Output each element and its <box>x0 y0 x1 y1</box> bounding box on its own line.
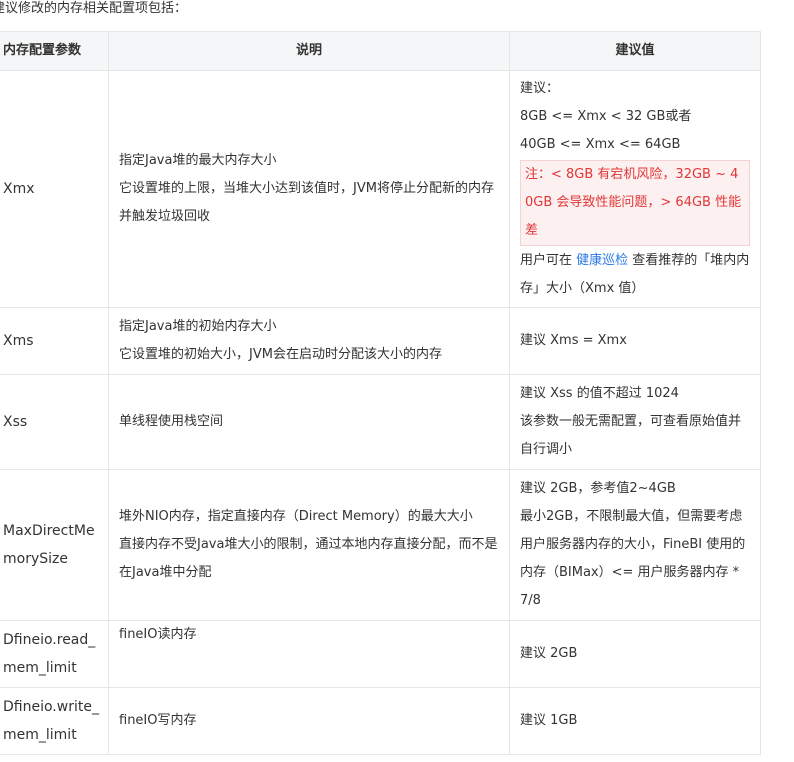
tail-prefix: 用户可在 <box>520 253 577 268</box>
suggestion-line: 建议 1GB <box>520 713 578 728</box>
intro-text: 建议修改的内存相关配置项包括： <box>0 1 188 16</box>
suggestion-line: 8GB <= Xmx < 32 GB或者 <box>520 109 692 124</box>
description-cell: 堆外NIO内存，指定直接内存（Direct Memory）的最大大小 直接内存不… <box>108 469 510 621</box>
health-check-link[interactable]: 健康巡检 <box>576 253 628 268</box>
suggestion-tail: 用户可在 健康巡检 查看推荐的「堆内内存」大小（Xmx 值） <box>520 247 750 303</box>
description-cell: 指定Java堆的最大内存大小 它设置堆的上限，当堆大小达到该值时，JVM将停止分… <box>108 70 510 308</box>
suggestion-cell: 建议 2GB <box>509 620 761 688</box>
description-cell: 单线程使用栈空间 <box>108 374 510 470</box>
description-line: 单线程使用栈空间 <box>119 414 224 429</box>
table-row: MaxDirectMemorySize 堆外NIO内存，指定直接内存（Direc… <box>0 469 761 621</box>
header-param: 内存配置参数 <box>0 31 109 71</box>
suggestion-line: 40GB <= Xmx <= 64GB <box>520 137 681 152</box>
param-cell: Dfineio.read_mem_limit <box>0 620 109 688</box>
suggestion-line: 建议 Xms = Xmx <box>520 333 627 348</box>
suggestion-line: 该参数一般无需配置，可查看原始值并自行调小 <box>520 414 742 457</box>
description-cell: fineIO读内存 <box>108 620 510 688</box>
suggestion-cell: 建议 Xss 的值不超过 1024 该参数一般无需配置，可查看原始值并自行调小 <box>509 374 761 470</box>
description-cell: 指定Java堆的初始内存大小 它设置堆的初始大小，JVM会在启动时分配该大小的内… <box>108 307 510 375</box>
table-row: Xss 单线程使用栈空间 建议 Xss 的值不超过 1024 该参数一般无需配置… <box>0 374 761 470</box>
suggestion-cell: 建议 Xms = Xmx <box>509 307 761 375</box>
header-description: 说明 <box>108 31 510 71</box>
suggestion-cell: 建议 2GB，参考值2~4GB 最小2GB，不限制最大值，但需要考虑用户服务器内… <box>509 469 761 621</box>
param-cell: Xms <box>0 307 109 375</box>
table-header-row: 内存配置参数 说明 建议值 <box>0 31 761 71</box>
suggestion-line: 建议 2GB <box>520 646 578 661</box>
param-cell: MaxDirectMemorySize <box>0 469 109 621</box>
description-line: fineIO读内存 <box>119 627 197 642</box>
table-row: Xms 指定Java堆的初始内存大小 它设置堆的初始大小，JVM会在启动时分配该… <box>0 307 761 375</box>
suggestion-line: 建议： <box>520 81 560 96</box>
table-row: Dfineio.read_mem_limit fineIO读内存 建议 2GB <box>0 620 761 688</box>
description-line: 它设置堆的初始大小，JVM会在启动时分配该大小的内存 <box>119 347 442 362</box>
header-suggested-value: 建议值 <box>509 31 761 71</box>
param-cell: Xss <box>0 374 109 470</box>
suggestion-cell: 建议 1GB <box>509 687 761 755</box>
memory-config-table: 内存配置参数 说明 建议值 Xmx 指定Java堆的最大内存大小 它设置堆的上限… <box>0 31 761 755</box>
table-row: Dfineio.write_mem_limit fineIO写内存 建议 1GB <box>0 687 761 755</box>
description-line: 指定Java堆的初始内存大小 <box>119 319 277 334</box>
warning-note: 注：< 8GB 有宕机风险，32GB ~ 40GB 会导致性能问题，> 64GB… <box>520 160 750 246</box>
description-line: fineIO写内存 <box>119 713 197 728</box>
param-cell: Xmx <box>0 70 109 308</box>
suggestion-line: 建议 2GB，参考值2~4GB <box>520 481 676 496</box>
description-line: 直接内存不受Java堆大小的限制，通过本地内存直接分配，而不是在Java堆中分配 <box>119 537 498 580</box>
param-cell: Dfineio.write_mem_limit <box>0 687 109 755</box>
description-cell: fineIO写内存 <box>108 687 510 755</box>
suggestion-line: 最小2GB，不限制最大值，但需要考虑用户服务器内存的大小，FineBI 使用的内… <box>520 509 746 608</box>
description-line: 它设置堆的上限，当堆大小达到该值时，JVM将停止分配新的内存并触发垃圾回收 <box>119 181 494 224</box>
table-row: Xmx 指定Java堆的最大内存大小 它设置堆的上限，当堆大小达到该值时，JVM… <box>0 70 761 308</box>
suggestion-line: 建议 Xss 的值不超过 1024 <box>520 386 679 401</box>
description-line: 指定Java堆的最大内存大小 <box>119 153 277 168</box>
description-line: 堆外NIO内存，指定直接内存（Direct Memory）的最大大小 <box>119 509 473 524</box>
suggestion-cell: 建议： 8GB <= Xmx < 32 GB或者 40GB <= Xmx <= … <box>509 70 761 308</box>
